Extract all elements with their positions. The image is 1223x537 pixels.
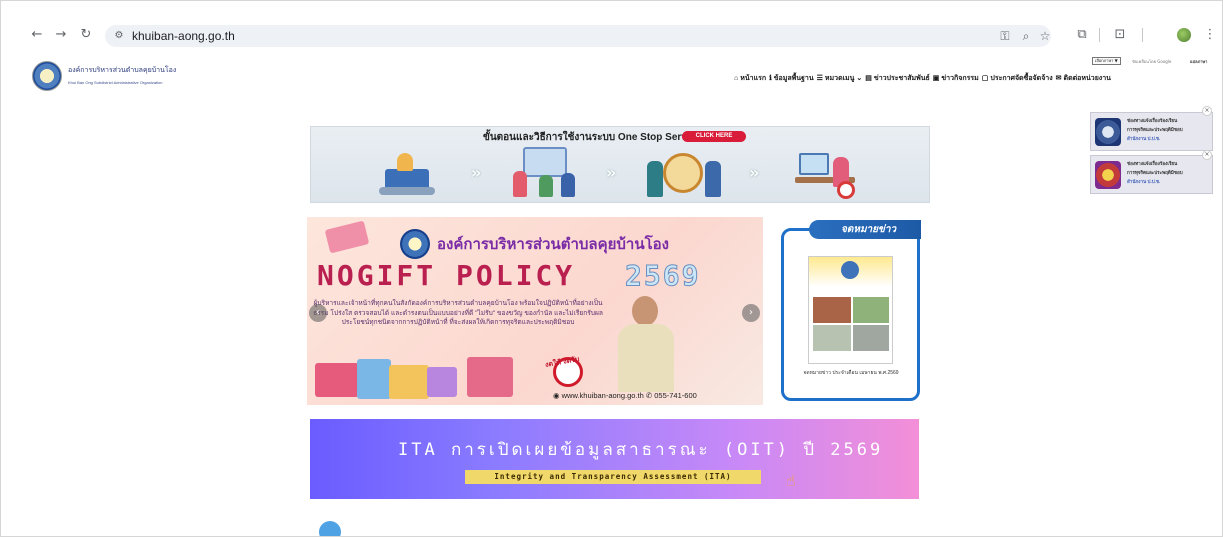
- nav-contact[interactable]: ✉ ติดต่อหน่วยงาน: [1056, 73, 1111, 84]
- toolbar-divider: [1142, 28, 1143, 42]
- nav-label: ติดต่อหน่วยงาน: [1063, 74, 1111, 82]
- nav-label: ข่าวกิจกรรม: [941, 74, 979, 82]
- complaint-widget[interactable]: ช่องทางแจ้งเรื่องร้องเรียน การทุจริตและป…: [1090, 112, 1213, 151]
- org-name-th[interactable]: องค์การบริหารส่วนตำบลคุยบ้านโอง: [68, 65, 176, 76]
- browser-window: ← → ↻ ⚙ khuiban-aong.go.th ⚿ ⌕ ☆ ⧉ ⊡ ⋮ อ…: [0, 0, 1223, 537]
- pointing-hand-icon: ☝: [786, 471, 796, 490]
- no-gift-policy-slide[interactable]: องค์การบริหารส่วนตำบลคุยบ้านโอง NOGIFT P…: [307, 217, 763, 405]
- star-icon[interactable]: ☆: [1037, 28, 1053, 44]
- newsletter-card[interactable]: จดหมายข่าว ประจำเดือน เมษายน พ.ศ.2569: [781, 228, 920, 401]
- phone-text: 055-741-600: [654, 391, 697, 400]
- ita-banner[interactable]: ITA การเปิดเผยข้อมูลสาธารณะ (OIT) ปี 256…: [310, 419, 919, 499]
- widget-line: การทุจริตและประพฤติมิชอบ: [1127, 127, 1183, 132]
- tune-icon[interactable]: ⚙: [111, 28, 127, 44]
- org-seal: [400, 229, 430, 259]
- nav-label: ประกาศจัดซื้อจัดจ้าง: [990, 74, 1053, 82]
- nav-label: ข้อมูลพื้นฐาน: [773, 74, 814, 82]
- tab-search-icon[interactable]: ⊡: [1111, 26, 1129, 44]
- widget-line: ช่องทางแจ้งเรื่องร้องเรียน: [1127, 118, 1178, 123]
- one-stop-service-banner[interactable]: ขั้นตอนและวิธีการใช้งานระบบ One Stop Ser…: [310, 126, 930, 203]
- chevron-right-icon: »: [749, 163, 760, 182]
- widget-line: สำนักงาน ป.ป.ช.: [1127, 179, 1161, 184]
- browser-toolbar: ← → ↻ ⚙ khuiban-aong.go.th ⚿ ⌕ ☆ ⧉ ⊡ ⋮: [1, 1, 1222, 51]
- nav-label: ข่าวประชาสัมพันธ์: [873, 74, 930, 82]
- nav-menu-categories[interactable]: ☰ หมวดเมนู ⌄: [817, 73, 863, 84]
- gift-box-illustration: [357, 359, 391, 399]
- widget-line: ช่องทางแจ้งเรื่องร้องเรียน: [1127, 161, 1178, 166]
- toolbar-divider: [1099, 28, 1100, 42]
- menu-book-icon: ☰: [816, 75, 823, 82]
- nav-label: หน้าแรก: [740, 74, 767, 82]
- official-portrait: [612, 296, 678, 392]
- ita-title: ITA การเปิดเผยข้อมูลสาธารณะ (OIT) ปี 256…: [398, 440, 884, 460]
- profile-avatar[interactable]: [1177, 28, 1191, 42]
- zoom-icon[interactable]: ⌕: [1018, 28, 1034, 44]
- address-bar[interactable]: ⚙ khuiban-aong.go.th ⚿ ⌕ ☆: [105, 25, 1051, 47]
- phone-icon: ✆: [645, 391, 655, 400]
- slider-next-button[interactable]: ›: [742, 304, 760, 322]
- gift-box-illustration: [315, 363, 359, 397]
- info-icon: ℹ: [769, 75, 772, 82]
- envelope-illustration: [324, 220, 370, 254]
- nav-news[interactable]: ▤ ข่าวประชาสัมพันธ์: [865, 73, 929, 84]
- chevron-right-icon: »: [606, 163, 617, 182]
- translate-label: แปลภาษา: [1190, 59, 1208, 64]
- main-nav: ⌂ หน้าแรก ℹ ข้อมูลพื้นฐาน ☰ หมวดเมนู ⌄ ▤…: [734, 71, 1111, 85]
- arrow-right-icon[interactable]: →: [53, 27, 69, 43]
- ita-subtitle: Integrity and Transparency Assessment (I…: [465, 470, 761, 484]
- globe-icon: ◉: [553, 391, 562, 400]
- nacc-logo: [1095, 161, 1121, 189]
- oss-illustration: [379, 147, 439, 199]
- clipboard-icon: ▢: [981, 75, 989, 82]
- reload-icon[interactable]: ↻: [78, 27, 94, 43]
- key-icon[interactable]: ⚿: [997, 28, 1013, 44]
- nav-home[interactable]: ⌂ หน้าแรก: [734, 73, 766, 84]
- news-icon: ▤: [865, 75, 872, 82]
- arrow-left-icon[interactable]: ←: [29, 27, 45, 43]
- nogift-policy-title: NOGIFT POLICY: [317, 259, 576, 292]
- gift-org-name: องค์การบริหารส่วนตำบลคุยบ้านโอง: [437, 236, 669, 253]
- close-icon[interactable]: ×: [1202, 150, 1212, 160]
- puzzle-icon[interactable]: ⧉: [1073, 26, 1091, 44]
- oss-illustration: [793, 147, 863, 199]
- org-logo[interactable]: [32, 61, 62, 91]
- gift-box-illustration: [427, 367, 457, 397]
- slider-prev-button[interactable]: ‹: [309, 304, 327, 322]
- click-here-button[interactable]: CLICK HERE: [682, 131, 746, 142]
- gift-box-illustration: [389, 365, 429, 399]
- nogift-policy-body: ผู้บริหารและเจ้าหน้าที่ทุกคนในสังกัดองค์…: [313, 300, 603, 327]
- chevron-down-icon: ⌄: [856, 75, 863, 82]
- home-icon: ⌂: [734, 74, 739, 82]
- widget-line: การทุจริตและประพฤติมิชอบ: [1127, 170, 1183, 175]
- newsletter-tag: จดหมายข่าว: [809, 220, 921, 239]
- translate-powered-by: ขับเคลื่อนโดย Google: [1132, 59, 1172, 64]
- oss-illustration: [509, 147, 579, 199]
- nav-basic-info[interactable]: ℹ ข้อมูลพื้นฐาน: [769, 73, 814, 84]
- gift-footer: ◉ www.khuiban-aong.go.th ✆ 055-741-600: [553, 391, 697, 400]
- nav-procurement[interactable]: ▢ ประกาศจัดซื้อจัดจ้าง: [982, 73, 1053, 84]
- close-icon[interactable]: ×: [1202, 106, 1212, 116]
- language-select[interactable]: เลือกภาษา ▼: [1092, 57, 1121, 65]
- newsletter-caption[interactable]: จดหมายข่าว ประจำเดือน เมษายน พ.ศ.2569: [792, 369, 910, 377]
- nogift-policy-year: 2569: [624, 259, 701, 293]
- website-text: www.khuiban-aong.go.th: [561, 391, 644, 400]
- oss-title: ขั้นตอนและวิธีการใช้งานระบบ One Stop Ser…: [483, 132, 701, 143]
- nav-activities[interactable]: ▣ ข่าวกิจกรรม: [933, 73, 979, 84]
- complaint-widget[interactable]: ช่องทางแจ้งเรื่องร้องเรียน การทุจริตและป…: [1090, 155, 1213, 194]
- org-name-en: Khui Ban Ong Subdistrict Administrative …: [68, 80, 163, 85]
- chevron-right-icon: »: [471, 163, 482, 182]
- image-icon: ▣: [932, 75, 940, 82]
- widget-line: สำนักงาน ป.ป.ช.: [1127, 136, 1161, 141]
- partial-circle-icon: [319, 521, 341, 536]
- site-header: องค์การบริหารส่วนตำบลคุยบ้านโอง Khui Ban…: [1, 51, 1222, 106]
- nacc-logo: [1095, 118, 1121, 146]
- oss-illustration: [645, 147, 725, 199]
- newsletter-thumbnail[interactable]: [808, 256, 893, 364]
- gift-box-illustration: [467, 357, 513, 397]
- kebab-menu-icon[interactable]: ⋮: [1201, 26, 1219, 44]
- mail-icon: ✉: [1055, 75, 1062, 82]
- nav-label: หมวดเมนู: [824, 74, 855, 82]
- url-text[interactable]: khuiban-aong.go.th: [132, 27, 235, 45]
